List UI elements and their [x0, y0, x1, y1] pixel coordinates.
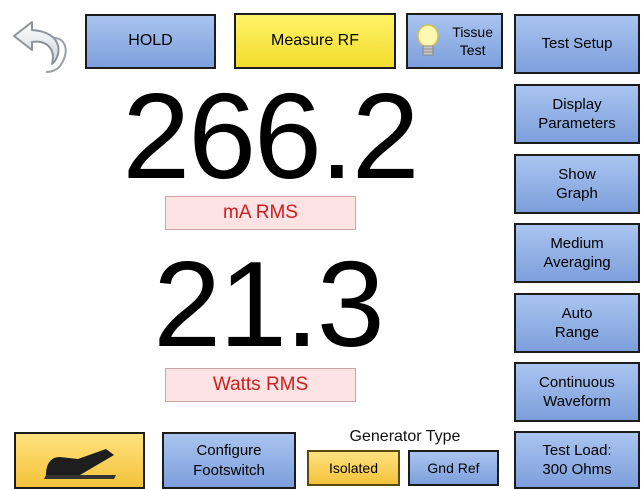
- power-unit-label: Watts RMS: [165, 368, 356, 402]
- generator-type-label: Generator Type: [349, 428, 461, 445]
- test-setup-label: Test Setup: [541, 35, 613, 53]
- lightbulb-icon: [417, 24, 439, 56]
- power-reading: 21.3: [153, 236, 384, 372]
- test-load-button[interactable]: Test Load: 300 Ohms: [514, 431, 640, 489]
- show-graph-label: Show Graph: [556, 165, 598, 203]
- configure-footswitch-button[interactable]: Configure Footswitch: [162, 432, 296, 489]
- measure-rf-button[interactable]: Measure RF: [234, 13, 396, 69]
- isolated-button[interactable]: Isolated: [307, 450, 400, 486]
- show-graph-button[interactable]: Show Graph: [514, 154, 640, 214]
- waveform-label: Continuous Waveform: [539, 373, 615, 411]
- footswitch-button[interactable]: [14, 432, 145, 489]
- averaging-label: Medium Averaging: [543, 234, 611, 272]
- averaging-button[interactable]: Medium Averaging: [514, 223, 640, 283]
- current-reading: 266.2: [122, 68, 419, 204]
- hold-label: HOLD: [128, 32, 173, 50]
- test-load-label: Test Load: 300 Ohms: [542, 441, 612, 479]
- tissue-test-button[interactable]: Tissue Test: [406, 13, 503, 69]
- measure-rf-label: Measure RF: [270, 31, 360, 49]
- configure-footswitch-label: Configure Footswitch: [193, 442, 265, 479]
- waveform-button[interactable]: Continuous Waveform: [514, 362, 640, 422]
- isolated-label: Isolated: [328, 459, 379, 476]
- back-button[interactable]: [10, 18, 74, 74]
- hold-button[interactable]: HOLD: [85, 14, 216, 69]
- gnd-ref-button[interactable]: Gnd Ref: [408, 450, 499, 486]
- footswitch-pedal-icon: [43, 448, 116, 479]
- current-unit-label: mA RMS: [165, 196, 356, 230]
- back-arrow-icon: [13, 21, 67, 73]
- display-parameters-button[interactable]: Display Parameters: [514, 84, 640, 144]
- tissue-test-label: Tissue Test: [452, 23, 493, 58]
- display-parameters-label: Display Parameters: [538, 95, 616, 133]
- gnd-ref-label: Gnd Ref: [427, 459, 480, 476]
- range-button[interactable]: Auto Range: [514, 293, 640, 353]
- range-label: Auto Range: [554, 304, 600, 342]
- test-setup-button[interactable]: Test Setup: [514, 14, 640, 74]
